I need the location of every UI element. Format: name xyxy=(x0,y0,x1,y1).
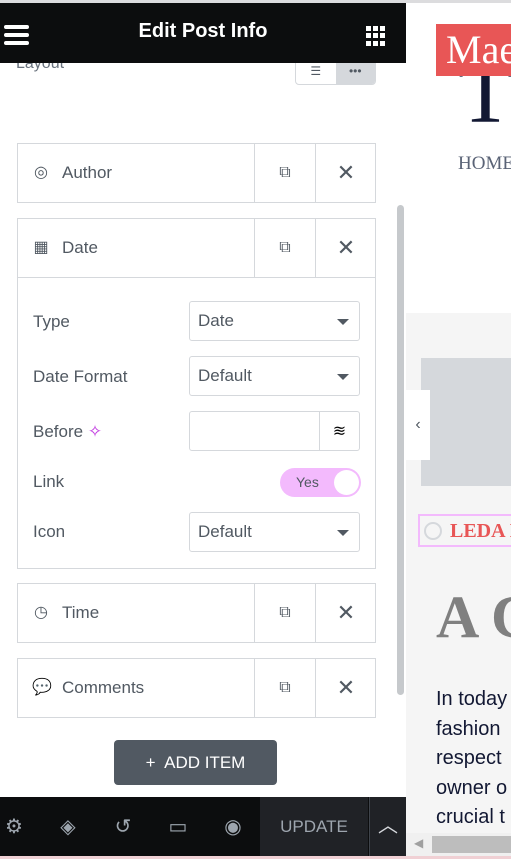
post-info-widget[interactable]: LEDA I xyxy=(418,514,511,547)
body-line: respect xyxy=(436,747,502,769)
copy-icon: ⧉ xyxy=(279,679,291,696)
collapse-panel-button[interactable]: ‹ xyxy=(406,390,430,460)
grid-icon[interactable] xyxy=(366,26,386,46)
ai-sparkle-icon[interactable]: ✧ xyxy=(88,422,102,441)
repeater-item-date[interactable]: ▦ Date ⧉ ✕ Type Date Date Format Default… xyxy=(17,218,376,569)
type-value: Date xyxy=(198,311,234,330)
date-settings: Type Date Date Format Default Before ✧ ≋… xyxy=(18,277,375,568)
repeater-item-comments[interactable]: 💬 Comments ⧉ ✕ xyxy=(17,658,376,718)
chevron-up-icon[interactable]: ︿ xyxy=(369,797,406,856)
icon-value: Default xyxy=(198,522,252,541)
settings-gear-icon[interactable]: ⚙ xyxy=(1,814,27,839)
toggle-knob xyxy=(334,470,359,495)
type-label: Type xyxy=(33,312,70,331)
panel-header: Edit Post Info xyxy=(0,3,406,63)
duplicate-button[interactable]: ⧉ xyxy=(254,144,315,202)
author-name: LEDA I xyxy=(450,520,511,542)
remove-button[interactable]: ✕ xyxy=(315,584,376,642)
body-line: owner o xyxy=(436,776,508,799)
chevron-left-icon: ‹ xyxy=(415,416,421,433)
link-toggle[interactable]: Yes xyxy=(280,468,361,497)
before-label: Before ✧ xyxy=(33,422,102,442)
duplicate-button[interactable]: ⧉ xyxy=(254,659,315,717)
page-preview: T Mae HOME ‹ LEDA I A C In today fashion… xyxy=(406,3,511,856)
site-logo[interactable]: Mae xyxy=(436,24,511,76)
repeater-item-author[interactable]: ◎ Author ⧉ ✕ xyxy=(17,143,376,203)
scroll-left-arrow-icon[interactable]: ◀ xyxy=(414,836,423,850)
item-label: Comments xyxy=(62,678,145,697)
close-icon: ✕ xyxy=(336,675,356,700)
close-icon: ✕ xyxy=(336,160,356,185)
close-icon: ✕ xyxy=(336,235,356,260)
panel-scrollbar[interactable] xyxy=(397,205,404,695)
before-text: Before xyxy=(33,422,84,441)
inline-layout-icon[interactable]: ••• xyxy=(335,60,375,84)
body-line: fashion xyxy=(436,717,501,740)
post-body: In today fashion respect owner o crucial… xyxy=(436,685,507,833)
panel-footer: ⚙ ◈ ↺ ▭ ◉ UPDATE ︿ xyxy=(0,797,406,856)
clock-icon: ◷ xyxy=(34,604,48,621)
body-line: In today xyxy=(436,688,508,710)
update-button[interactable]: UPDATE xyxy=(260,797,368,856)
item-label: Author xyxy=(62,163,113,182)
horizontal-scrollbar[interactable]: ◀ xyxy=(406,833,511,856)
editor-panel: Layout ☰ ••• ◎ Author ⧉ ✕ ▦ Date ⧉ ✕ Typ… xyxy=(0,3,406,797)
repeater-item-time[interactable]: ◷ Time ⧉ ✕ xyxy=(17,583,376,643)
toggle-value: Yes xyxy=(296,474,319,490)
format-value: Default xyxy=(198,366,252,385)
before-input[interactable]: ≋ xyxy=(189,411,360,451)
duplicate-button[interactable]: ⧉ xyxy=(254,219,315,277)
history-icon[interactable]: ↺ xyxy=(110,814,136,839)
post-headline: A C xyxy=(436,584,511,650)
chevron-down-icon xyxy=(337,374,349,380)
featured-image-placeholder xyxy=(421,358,511,486)
item-label: Time xyxy=(62,603,100,622)
chevron-down-icon xyxy=(337,530,349,536)
icon-select[interactable]: Default xyxy=(189,512,360,552)
preview-header: T Mae HOME xyxy=(406,3,511,313)
body-line: crucial t xyxy=(436,806,505,828)
link-label: Link xyxy=(33,472,65,491)
dynamic-tags-database-icon[interactable]: ≋ xyxy=(319,412,359,450)
add-item-label: ADD ITEM xyxy=(164,753,246,772)
copy-icon: ⧉ xyxy=(279,604,291,621)
user-circle-icon xyxy=(424,522,442,540)
item-label: Date xyxy=(62,238,98,257)
page-title: Edit Post Info xyxy=(138,20,268,42)
nav-home-link[interactable]: HOME xyxy=(458,153,511,175)
layers-icon[interactable]: ◈ xyxy=(55,814,81,839)
icon-label: Icon xyxy=(33,522,66,541)
user-circle-icon: ◎ xyxy=(34,164,48,181)
remove-button[interactable]: ✕ xyxy=(315,659,376,717)
plus-icon: + xyxy=(145,753,156,772)
comment-icon: 💬 xyxy=(32,679,52,696)
copy-icon: ⧉ xyxy=(279,164,291,181)
responsive-icon[interactable]: ▭ xyxy=(165,814,191,839)
list-layout-icon[interactable]: ☰ xyxy=(296,60,336,84)
close-icon: ✕ xyxy=(336,600,356,625)
calendar-icon: ▦ xyxy=(33,239,49,256)
type-select[interactable]: Date xyxy=(189,301,360,341)
eye-preview-icon[interactable]: ◉ xyxy=(220,814,246,839)
chevron-down-icon xyxy=(337,319,349,325)
copy-icon: ⧉ xyxy=(279,239,291,256)
date-format-label: Date Format xyxy=(33,367,128,386)
date-format-select[interactable]: Default xyxy=(189,356,360,396)
duplicate-button[interactable]: ⧉ xyxy=(254,584,315,642)
remove-button[interactable]: ✕ xyxy=(315,219,376,277)
scroll-thumb[interactable] xyxy=(432,836,511,853)
remove-button[interactable]: ✕ xyxy=(315,144,376,202)
add-item-button[interactable]: + ADD ITEM xyxy=(114,740,277,785)
